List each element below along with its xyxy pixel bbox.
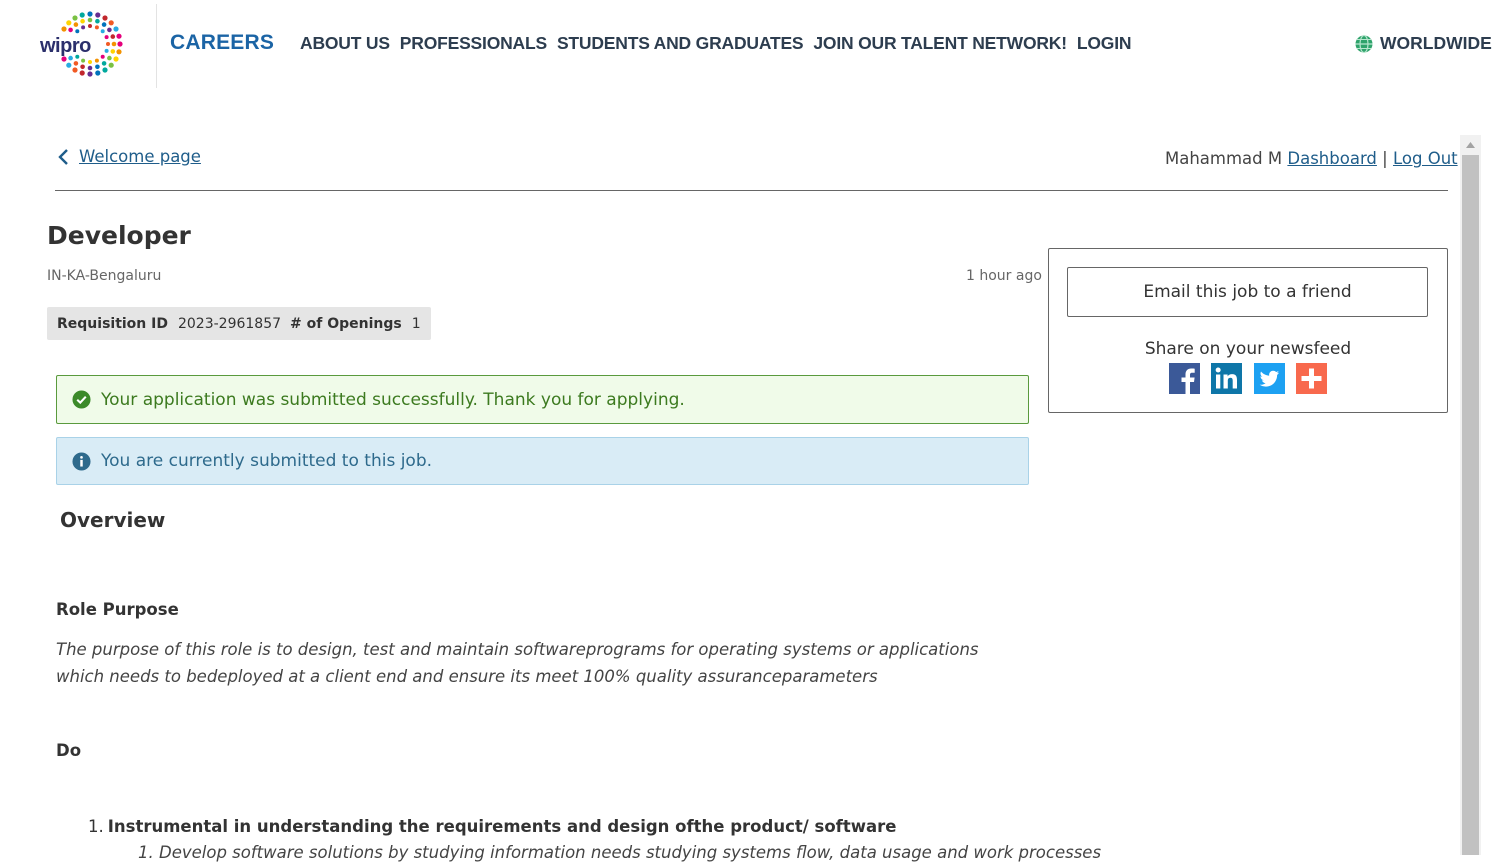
addthis-icon[interactable] [1296, 363, 1327, 394]
job-title: Developer [47, 221, 191, 250]
user-name: Mahammad M [1165, 149, 1283, 168]
info-alert: You are currently submitted to this job. [56, 437, 1029, 485]
success-message: Your application was submitted successfu… [101, 389, 685, 410]
job-posted-time: 1 hour ago [966, 268, 1042, 284]
openings-label: # of Openings [290, 315, 402, 332]
nav-about-us[interactable]: ABOUT US [300, 33, 390, 54]
openings-badge: # of Openings 1 [280, 307, 431, 340]
logo-text: wipro [40, 35, 91, 57]
globe-icon [1355, 34, 1373, 53]
nav-professionals[interactable]: PROFESSIONALS [400, 33, 547, 54]
scrollbar-thumb[interactable] [1462, 155, 1479, 855]
requisition-badge: Requisition ID 2023-2961857 [47, 307, 292, 340]
do-heading: Do [56, 741, 82, 760]
requisition-id: 2023-2961857 [177, 315, 282, 332]
divider [55, 190, 1448, 191]
twitter-icon[interactable] [1254, 363, 1285, 394]
chevron-left-icon [58, 148, 68, 165]
region-selector[interactable]: WORLDWIDE [1354, 33, 1492, 54]
user-bar: Mahammad M Dashboard | Log Out [1165, 149, 1458, 168]
sub-list-item: 1. Develop software solutions by studyin… [138, 843, 1102, 862]
share-label: Share on your newsfeed [1144, 339, 1352, 359]
info-message: You are currently submitted to this job. [101, 451, 433, 471]
separator: | [1382, 149, 1388, 168]
region-label: WORLDWIDE [1380, 33, 1492, 53]
logout-link[interactable]: Log Out [1393, 149, 1458, 168]
share-panel: Email this job to a friend Share on your… [1048, 248, 1448, 413]
success-alert: Your application was submitted successfu… [56, 375, 1029, 424]
wipro-logo[interactable]: wipro [36, 10, 128, 80]
scroll-up-arrow-icon[interactable] [1460, 135, 1481, 155]
page-scrollbar[interactable] [1460, 135, 1481, 855]
careers-link[interactable]: CAREERS [170, 31, 274, 55]
email-job-button[interactable]: Email this job to a friend [1067, 267, 1428, 317]
site-header: wipro CAREERS ABOUT US PROFESSIONALS STU… [0, 0, 1504, 88]
job-location: IN-KA-Bengaluru [47, 268, 162, 284]
role-purpose-heading: Role Purpose [56, 600, 179, 619]
nav-talent-network[interactable]: JOIN OUR TALENT NETWORK! [813, 33, 1067, 54]
role-purpose-text: The purpose of this role is to design, t… [56, 640, 979, 686]
nav-login[interactable]: LOGIN [1077, 33, 1132, 54]
dashboard-link[interactable]: Dashboard [1287, 149, 1377, 168]
info-circle-icon [72, 451, 91, 471]
back-to-welcome[interactable]: Welcome page [57, 147, 201, 166]
check-circle-icon [72, 390, 91, 409]
openings-count: 1 [411, 315, 421, 332]
main-nav: ABOUT US PROFESSIONALS STUDENTS AND GRAD… [300, 33, 1141, 54]
header-divider [156, 4, 157, 88]
requisition-label: Requisition ID [57, 315, 168, 332]
overview-heading: Overview [60, 508, 166, 532]
linkedin-icon[interactable] [1211, 363, 1242, 394]
welcome-page-link[interactable]: Welcome page [79, 147, 201, 166]
list-item-number: 1. [88, 817, 104, 836]
list-item: 1. Instrumental in understanding the requ… [88, 817, 896, 836]
nav-students-graduates[interactable]: STUDENTS AND GRADUATES [557, 33, 804, 54]
list-item-text: Instrumental in understanding the requir… [107, 817, 897, 836]
facebook-icon[interactable] [1169, 363, 1200, 394]
